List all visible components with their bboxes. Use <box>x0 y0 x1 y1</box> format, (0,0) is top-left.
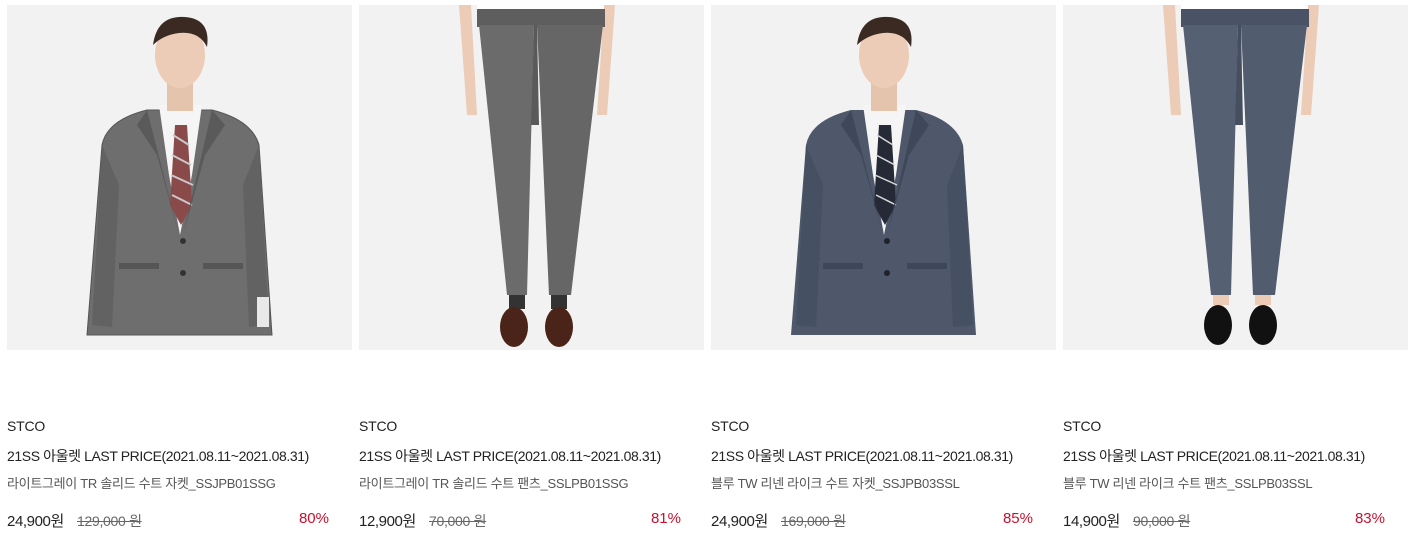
sale-price: 24,900원 <box>711 513 768 530</box>
product-event-title[interactable]: 21SS 아울렛 LAST PRICE(2021.08.11~2021.08.3… <box>7 446 309 466</box>
blue-suit-jacket-illustration <box>711 5 1056 350</box>
discount-rate: 80% <box>298 510 329 527</box>
price-row: 24,900원 169,000 원 85% <box>711 510 1033 530</box>
sale-price: 24,900원 <box>7 513 64 530</box>
original-price: 169,000 원 <box>781 513 846 529</box>
product-name[interactable]: 블루 TW 리넨 라이크 수트 자켓_SSJPB03SSL <box>711 473 960 492</box>
product-image[interactable] <box>359 5 704 350</box>
original-price: 70,000 원 <box>429 513 487 529</box>
product-event-title[interactable]: 21SS 아울렛 LAST PRICE(2021.08.11~2021.08.3… <box>1063 446 1365 466</box>
original-price: 129,000 원 <box>77 513 142 529</box>
discount-rate: 85% <box>1002 510 1033 527</box>
product-name[interactable]: 라이트그레이 TR 솔리드 수트 팬츠_SSLPB01SSG <box>359 473 629 492</box>
product-grid: STCO 21SS 아울렛 LAST PRICE(2021.08.11~2021… <box>0 0 1414 536</box>
discount-rate: 81% <box>650 510 681 527</box>
product-image[interactable] <box>711 5 1056 350</box>
product-brand[interactable]: STCO <box>711 418 749 434</box>
discount-rate: 83% <box>1354 510 1385 527</box>
blue-suit-pants-illustration <box>1063 5 1408 350</box>
price-row: 24,900원 129,000 원 80% <box>7 510 329 530</box>
product-event-title[interactable]: 21SS 아울렛 LAST PRICE(2021.08.11~2021.08.3… <box>359 446 661 466</box>
product-brand[interactable]: STCO <box>7 418 45 434</box>
product-event-title[interactable]: 21SS 아울렛 LAST PRICE(2021.08.11~2021.08.3… <box>711 446 1013 466</box>
sale-price: 14,900원 <box>1063 513 1120 530</box>
product-name[interactable]: 라이트그레이 TR 솔리드 수트 자켓_SSJPB01SSG <box>7 473 276 492</box>
product-brand[interactable]: STCO <box>1063 418 1101 434</box>
product-brand[interactable]: STCO <box>359 418 397 434</box>
product-image[interactable] <box>7 5 352 350</box>
gray-suit-pants-illustration <box>359 5 704 350</box>
product-card[interactable]: STCO 21SS 아울렛 LAST PRICE(2021.08.11~2021… <box>711 0 1056 536</box>
original-price: 90,000 원 <box>1133 513 1191 529</box>
product-card[interactable]: STCO 21SS 아울렛 LAST PRICE(2021.08.11~2021… <box>1063 0 1408 536</box>
product-card[interactable]: STCO 21SS 아울렛 LAST PRICE(2021.08.11~2021… <box>7 0 352 536</box>
sale-price: 12,900원 <box>359 513 416 530</box>
price-row: 14,900원 90,000 원 83% <box>1063 510 1385 530</box>
product-image[interactable] <box>1063 5 1408 350</box>
price-row: 12,900원 70,000 원 81% <box>359 510 681 530</box>
gray-suit-jacket-illustration <box>7 5 352 350</box>
product-name[interactable]: 블루 TW 리넨 라이크 수트 팬츠_SSLPB03SSL <box>1063 473 1313 492</box>
product-card[interactable]: STCO 21SS 아울렛 LAST PRICE(2021.08.11~2021… <box>359 0 704 536</box>
